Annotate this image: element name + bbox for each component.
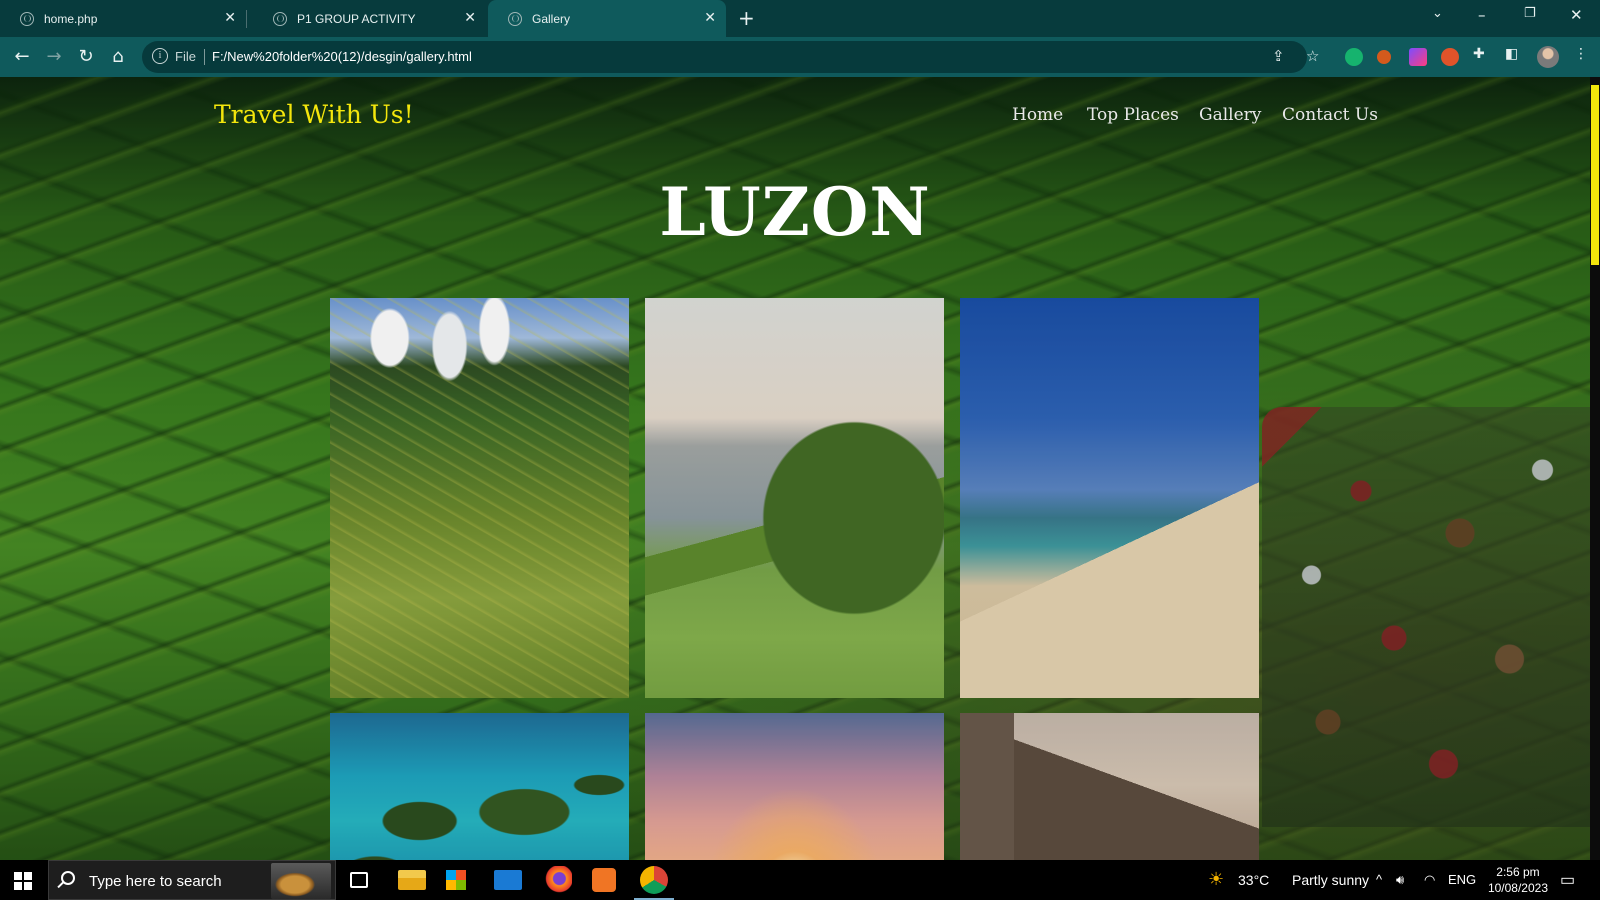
side-panel-icon[interactable]: ◧ xyxy=(1505,46,1518,62)
nav-top-places[interactable]: Top Places xyxy=(1087,105,1179,125)
address-bar[interactable]: i File F:/New%20folder%20(12)/desgin/gal… xyxy=(142,41,1319,73)
nav-home[interactable]: Home xyxy=(1012,105,1063,125)
minimize-icon[interactable]: – xyxy=(1478,6,1486,24)
page-scrollbar[interactable] xyxy=(1590,77,1600,860)
tab-title: Gallery xyxy=(532,11,571,26)
info-icon[interactable]: i xyxy=(152,48,168,64)
globe-icon xyxy=(273,11,287,26)
page-title: LUZON xyxy=(659,173,931,251)
scrollbar-thumb[interactable] xyxy=(1591,85,1599,265)
clock-time: 2:56 pm xyxy=(1496,865,1540,879)
share-icon[interactable]: ⇪ xyxy=(1272,47,1285,65)
tab-group-activity[interactable]: P1 GROUP ACTIVITY ✕ xyxy=(253,0,486,37)
nav-contact-us[interactable]: Contact Us xyxy=(1282,105,1378,125)
mail-icon[interactable] xyxy=(494,870,522,890)
divider xyxy=(204,49,205,65)
language-indicator[interactable]: ENG xyxy=(1448,872,1476,887)
gallery-image-rice-terraces[interactable] xyxy=(330,298,629,698)
extension-icon[interactable] xyxy=(1409,48,1427,66)
gallery-image-coastal-hills[interactable] xyxy=(645,298,944,698)
notifications-icon[interactable]: ▭ xyxy=(1560,870,1575,890)
nav-gallery[interactable]: Gallery xyxy=(1199,105,1261,125)
gallery-image-lagoon-islands[interactable] xyxy=(330,713,629,860)
windows-start-icon[interactable] xyxy=(14,872,32,890)
gallery-image-sunset[interactable] xyxy=(645,713,944,860)
new-tab-icon[interactable]: + xyxy=(738,6,755,30)
weather-icon[interactable]: ☀ xyxy=(1208,869,1224,890)
close-icon[interactable]: ✕ xyxy=(704,9,716,26)
site-brand[interactable]: Travel With Us! xyxy=(214,100,414,129)
window-close-icon[interactable]: ✕ xyxy=(1570,6,1583,24)
wifi-icon[interactable]: ◠ xyxy=(1424,872,1435,888)
search-placeholder: Type here to search xyxy=(89,873,222,890)
close-icon[interactable]: ✕ xyxy=(224,9,236,26)
back-icon[interactable]: ← xyxy=(10,45,34,69)
web-page: Travel With Us! Home Top Places Gallery … xyxy=(0,77,1600,860)
microsoft-store-icon[interactable] xyxy=(446,870,466,890)
close-icon[interactable]: ✕ xyxy=(464,9,476,26)
tab-divider xyxy=(246,10,247,28)
gallery-image-beach[interactable] xyxy=(960,298,1259,698)
forward-icon[interactable]: → xyxy=(42,45,66,69)
weather-temp[interactable]: 33°C xyxy=(1238,872,1269,888)
globe-icon xyxy=(20,11,34,26)
grammarly-icon[interactable] xyxy=(1345,48,1363,66)
clock-date: 10/08/2023 xyxy=(1487,881,1548,895)
tab-gallery[interactable]: Gallery ✕ xyxy=(488,0,726,37)
weather-condition[interactable]: Partly sunny xyxy=(1292,872,1369,888)
taskbar: Type here to search ☀ 33°C Partly sunny … xyxy=(0,860,1600,900)
home-icon[interactable]: ⌂ xyxy=(106,45,130,69)
gallery-image-heritage-houses[interactable] xyxy=(960,713,1259,860)
firefox-icon[interactable] xyxy=(544,866,572,894)
tab-title: home.php xyxy=(44,11,98,26)
file-explorer-icon[interactable] xyxy=(398,870,426,890)
reload-icon[interactable]: ↻ xyxy=(74,45,98,69)
tab-home[interactable]: home.php ✕ xyxy=(0,0,246,37)
scheme-label: File xyxy=(175,49,196,64)
globe-icon xyxy=(508,11,522,26)
task-view-icon[interactable] xyxy=(350,872,368,888)
bookmark-star-icon[interactable]: ☆ xyxy=(1306,47,1319,65)
search-highlight-image xyxy=(271,863,331,899)
restore-icon[interactable]: ❐ xyxy=(1524,6,1536,21)
tab-strip: home.php ✕ P1 GROUP ACTIVITY ✕ Gallery ✕… xyxy=(0,0,1600,37)
search-icon xyxy=(61,871,75,885)
volume-icon[interactable]: 🔊︎ xyxy=(1396,872,1404,888)
url-text[interactable]: F:/New%20folder%20(12)/desgin/gallery.ht… xyxy=(212,49,472,64)
tab-search-icon[interactable]: ⌄ xyxy=(1432,6,1443,21)
avatar[interactable] xyxy=(1537,46,1559,68)
extension-icon[interactable] xyxy=(1441,48,1459,66)
extension-icon[interactable] xyxy=(1377,50,1391,64)
browser-toolbar: ← → ↻ ⌂ i File F:/New%20folder%20(12)/de… xyxy=(0,37,1600,77)
xampp-icon[interactable] xyxy=(592,868,616,892)
tab-title: P1 GROUP ACTIVITY xyxy=(297,11,416,26)
taskbar-search[interactable]: Type here to search xyxy=(48,860,336,900)
clock[interactable]: 2:56 pm 10/08/2023 xyxy=(1488,864,1548,896)
puzzle-icon[interactable]: ✚ xyxy=(1473,46,1485,62)
chrome-icon[interactable] xyxy=(634,866,674,900)
menu-icon[interactable]: ⋮ xyxy=(1574,46,1588,62)
show-hidden-icons-icon[interactable]: ^ xyxy=(1376,872,1382,887)
